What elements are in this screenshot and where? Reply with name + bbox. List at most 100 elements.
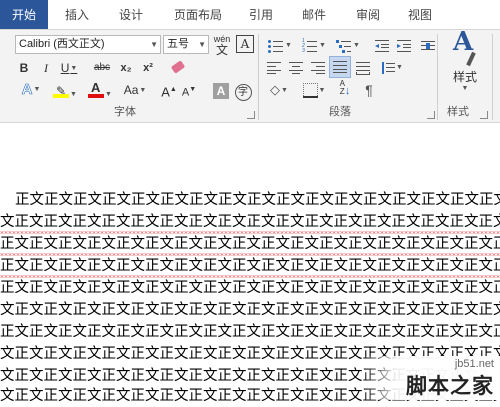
justify-icon [333, 60, 347, 74]
borders-icon [302, 83, 318, 99]
chevron-down-icon: ▼ [461, 85, 469, 92]
bullet-list-icon [268, 39, 284, 53]
line-spacing-icon [381, 61, 396, 74]
distributed-icon [356, 61, 370, 75]
styles-button-label: 样式 [452, 70, 477, 84]
decrease-indent-icon [375, 39, 389, 53]
sort-button[interactable]: A Z↓ [335, 80, 355, 100]
document-line: 正文正文正文正文正文正文正文正文正文正文正文正文正文正文正文正文正文正文正文正文… [0, 324, 500, 340]
chevron-down-icon: ▼ [353, 41, 360, 49]
shading-button[interactable]: ◇▼ [264, 80, 294, 100]
chevron-down-icon: ▼ [33, 86, 41, 94]
chevron-down-icon: ▼ [285, 41, 292, 49]
tab-review[interactable]: 审阅 [344, 0, 392, 29]
watermark: jb51.net 脚本之家 [362, 356, 500, 400]
tab-page-layout[interactable]: 页面布局 [160, 0, 236, 29]
text-effects-button[interactable]: A▼ [14, 80, 48, 100]
character-shading-icon: A [213, 83, 229, 99]
increase-indent-button[interactable] [394, 35, 414, 55]
document-line: 文正文正文正文正文正文正文正文正文正文正文正文正文正文正文正文正文正文正文正文正… [0, 302, 500, 318]
ribbon-home: Calibri (西文正文) ▼ 五号 ▼ wén 文 A B I U▼ abc… [0, 29, 500, 123]
font-name-combo[interactable]: Calibri (西文正文) ▼ [15, 35, 161, 54]
underline-label: U [60, 61, 70, 75]
italic-button[interactable]: I [37, 58, 55, 78]
watermark-name: 脚本之家 [406, 374, 494, 398]
chevron-down-icon: ▼ [150, 40, 158, 49]
change-case-label: Aa [123, 83, 139, 97]
document-line: 正文正文正文正文正文正文正文正文正文正文正文正文正文正文正文正文正文正文正文正文… [15, 192, 500, 208]
group-divider [437, 34, 438, 120]
phonetic-guide-button[interactable]: wén 文 [212, 34, 232, 60]
highlight-color-button[interactable]: ✎ ▼ [48, 80, 82, 100]
strikethrough-button[interactable]: abc [90, 58, 114, 78]
document-line: 文正文正文正文正文正文正文正文正文正文正文正文正文正文正文正文正文正文正文正文正… [0, 214, 500, 230]
character-border-icon: A [236, 35, 254, 53]
superscript-button[interactable]: x² [139, 58, 157, 78]
chevron-down-icon: ▼ [139, 86, 147, 94]
bold-button[interactable]: B [15, 58, 33, 78]
document-line: 正文正文正文正文正文正文正文正文正文正文正文正文正文正文正文正文正文正文正文正文… [0, 258, 500, 274]
paragraph-group-label: 段落 [329, 105, 351, 118]
chevron-down-icon: ▼ [318, 86, 326, 94]
enclose-characters-button[interactable]: 字 [233, 81, 253, 101]
group-divider [492, 34, 493, 120]
change-case-button[interactable]: Aa▼ [118, 80, 152, 100]
styles-gallery-button[interactable]: A 样式 ▼ [443, 29, 487, 96]
highlighter-icon: ✎ [53, 80, 70, 98]
document-line: 正文正文正文正文正文正文正文正文正文正文正文正文正文正文正文正文正文正文正文正文… [0, 236, 500, 252]
chevron-down-icon: ▼ [396, 63, 403, 71]
decrease-indent-button[interactable] [372, 35, 392, 55]
grow-font-button[interactable]: A▲ [160, 80, 178, 100]
enclose-characters-label: 字 [234, 84, 252, 101]
tab-references[interactable]: 引用 [238, 0, 284, 29]
underline-button[interactable]: U▼ [58, 58, 80, 78]
paragraph-dialog-launcher-icon[interactable] [427, 111, 435, 119]
font-name-value: Calibri (西文正文) [19, 38, 105, 50]
chevron-down-icon: ▼ [319, 41, 326, 49]
pilcrow-icon: ¶ [365, 82, 373, 98]
multilevel-list-button[interactable]: ▼ [331, 35, 365, 55]
line-spacing-button[interactable]: ▼ [376, 57, 408, 77]
subscript-button[interactable]: x₂ [117, 58, 135, 78]
tab-mailings[interactable]: 邮件 [290, 0, 338, 29]
font-dialog-launcher-icon[interactable] [247, 111, 255, 119]
clear-formatting-button[interactable] [168, 57, 188, 77]
font-color-button[interactable]: A ▼ [84, 80, 116, 100]
grow-arrow-icon: ▲ [169, 86, 177, 93]
shrink-arrow-icon: ▼ [189, 86, 197, 93]
tab-view[interactable]: 视图 [396, 0, 444, 29]
align-right-icon [311, 61, 325, 75]
justify-button[interactable] [329, 56, 351, 78]
asian-layout-button[interactable] [418, 35, 438, 55]
multilevel-list-icon [336, 39, 352, 53]
group-divider [258, 34, 259, 120]
shrink-font-button[interactable]: A▼ [180, 80, 198, 100]
align-left-icon [267, 61, 281, 75]
tab-home[interactable]: 开始 [0, 0, 48, 29]
align-right-button[interactable] [308, 57, 328, 77]
styles-icon: A [451, 29, 479, 67]
document-line: 正文正文正文正文正文正文正文正文正文正文正文正文正文正文正文正文正文正文正文正文… [0, 280, 500, 296]
tab-insert[interactable]: 插入 [52, 0, 102, 29]
paint-bucket-icon: ◇ [270, 82, 281, 97]
numbered-list-icon: 1 2 3 [302, 38, 318, 53]
numbering-button[interactable]: 1 2 3 ▼ [297, 35, 331, 55]
show-formatting-button[interactable]: ¶ [359, 80, 379, 100]
increase-indent-icon [397, 39, 411, 53]
align-center-button[interactable] [286, 57, 306, 77]
font-size-combo[interactable]: 五号 ▼ [163, 35, 209, 54]
chevron-down-icon: ▼ [281, 86, 288, 94]
font-size-value: 五号 [167, 38, 189, 50]
character-border-button[interactable]: A [234, 34, 256, 58]
borders-button[interactable]: ▼ [298, 80, 330, 100]
distributed-button[interactable] [353, 57, 373, 77]
font-group-label: 字体 [114, 105, 136, 118]
sort-arrow-icon: ↓ [344, 85, 351, 97]
bullets-button[interactable]: ▼ [263, 35, 297, 55]
text-effects-icon: A [21, 81, 33, 99]
align-left-button[interactable] [264, 57, 284, 77]
styles-dialog-launcher-icon[interactable] [480, 111, 488, 119]
tab-design[interactable]: 设计 [106, 0, 156, 29]
ribbon-tab-bar: 开始 插入 设计 页面布局 引用 邮件 审阅 视图 [0, 0, 500, 30]
character-shading-button[interactable]: A [212, 81, 230, 99]
